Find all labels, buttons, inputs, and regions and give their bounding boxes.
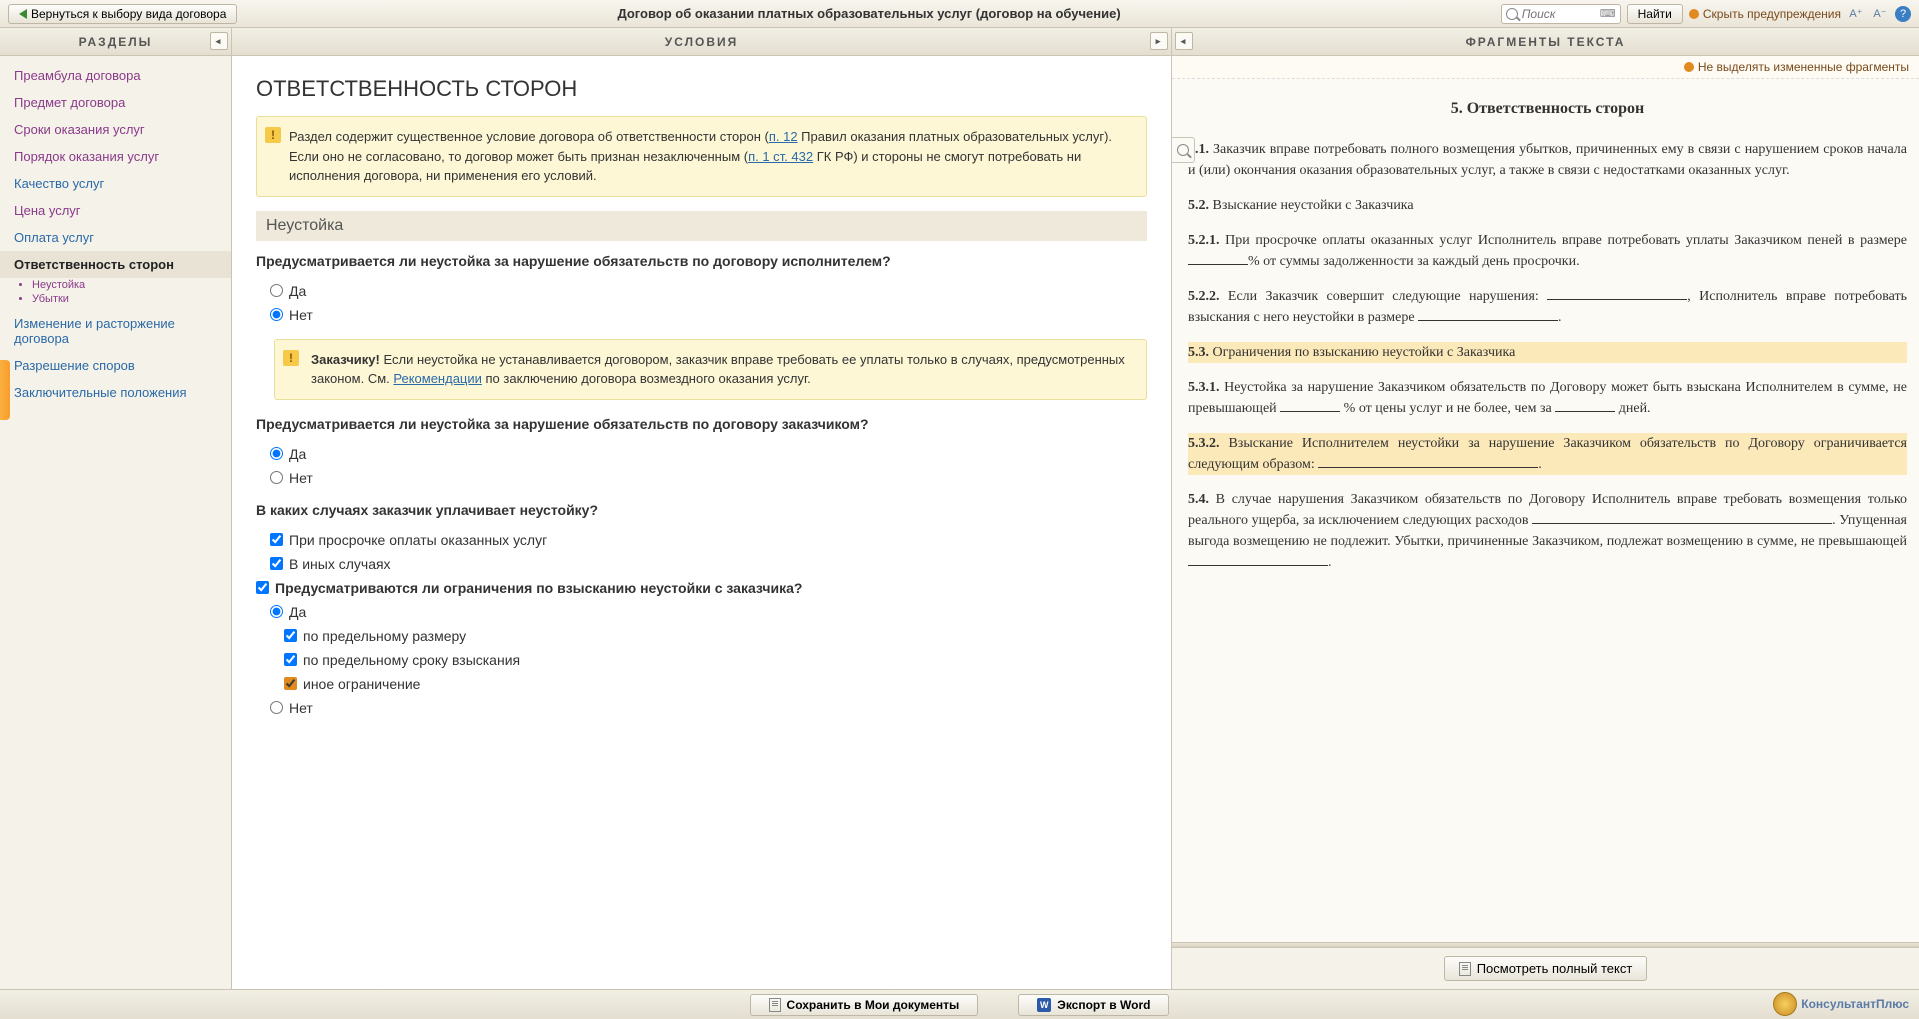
highlight-dot-icon bbox=[1684, 62, 1694, 72]
section-item-change[interactable]: Изменение и расторжение договора bbox=[0, 310, 231, 352]
main-area: РАЗДЕЛЫ ◂ Преамбула договора Предмет дог… bbox=[0, 28, 1919, 989]
question-limits: Предусматриваются ли ограничения по взыс… bbox=[275, 580, 802, 596]
question-executor-penalty: Предусматривается ли неустойка за наруше… bbox=[256, 253, 1147, 269]
logo-icon bbox=[1773, 992, 1797, 1016]
section-item-subject[interactable]: Предмет договора bbox=[0, 89, 231, 116]
question-customer-penalty: Предусматривается ли неустойка за наруше… bbox=[256, 416, 1147, 432]
view-full-text-button[interactable]: Посмотреть полный текст bbox=[1444, 956, 1648, 981]
top-toolbar: Вернуться к выбору вида договора Договор… bbox=[0, 0, 1919, 28]
section-item-terms[interactable]: Сроки оказания услуг bbox=[0, 116, 231, 143]
doc-section-title: 5. Ответственность сторон bbox=[1188, 97, 1907, 121]
q1-no[interactable]: Нет bbox=[270, 303, 1147, 327]
section-item-preamble[interactable]: Преамбула договора bbox=[0, 62, 231, 89]
sections-list: Преамбула договора Предмет договора Срок… bbox=[0, 56, 231, 989]
section-item-quality[interactable]: Качество услуг bbox=[0, 170, 231, 197]
section-item-disputes[interactable]: Разрешение споров bbox=[0, 352, 231, 379]
q4-no[interactable]: Нет bbox=[270, 696, 1147, 720]
help-button[interactable]: ? bbox=[1895, 6, 1911, 22]
warning-dot-icon bbox=[1689, 9, 1699, 19]
font-decrease-button[interactable]: A⁻ bbox=[1871, 5, 1889, 23]
blank-field bbox=[1418, 320, 1558, 321]
q3-other-cases[interactable]: В иных случаях bbox=[270, 552, 1147, 576]
blank-field bbox=[1555, 411, 1615, 412]
conditions-title: ОТВЕТСТВЕННОСТЬ СТОРОН bbox=[256, 76, 1147, 102]
blank-field bbox=[1188, 565, 1328, 566]
export-word-button[interactable]: W Экспорт в Word bbox=[1018, 994, 1169, 1016]
word-icon: W bbox=[1037, 998, 1051, 1012]
document-icon bbox=[1459, 962, 1471, 976]
link-recommendations[interactable]: Рекомендации bbox=[393, 371, 482, 386]
q4-yes[interactable]: Да bbox=[270, 600, 1147, 624]
q4-limit-size[interactable]: по предельному размеру bbox=[284, 624, 1147, 648]
sidebar-header: РАЗДЕЛЫ ◂ bbox=[0, 28, 231, 56]
back-button[interactable]: Вернуться к выбору вида договора bbox=[8, 4, 237, 24]
search-icon bbox=[1177, 144, 1189, 156]
q4-master-checkbox[interactable] bbox=[256, 581, 269, 594]
page-title: Договор об оказании платных образователь… bbox=[237, 6, 1500, 21]
save-button[interactable]: Сохранить в Мои документы bbox=[750, 994, 979, 1016]
section-sub-penalty[interactable]: Неустойка bbox=[32, 278, 231, 292]
link-st432[interactable]: п. 1 ст. 432 bbox=[748, 149, 813, 164]
question-when-penalty: В каких случаях заказчик уплачивает неус… bbox=[256, 502, 1147, 518]
warning-icon: ! bbox=[283, 350, 299, 366]
essential-warning-box: ! Раздел содержит существенное условие д… bbox=[256, 116, 1147, 197]
no-highlight-toggle[interactable]: Не выделять измененные фрагменты bbox=[1172, 56, 1919, 79]
section-sub-list: Неустойка Убытки bbox=[32, 278, 231, 310]
search-icon bbox=[1506, 8, 1518, 20]
highlighted-p53: 5.3. Ограничения по взысканию неустойки … bbox=[1188, 342, 1907, 363]
document-text: 5. Ответственность сторон 5.1. Заказчик … bbox=[1182, 97, 1913, 573]
fragments-panel: ◂ ФРАГМЕНТЫ ТЕКСТА Не выделять измененны… bbox=[1171, 28, 1919, 989]
q2-no[interactable]: Нет bbox=[270, 466, 1147, 490]
section-item-liability[interactable]: Ответственность сторон bbox=[0, 251, 231, 278]
section-item-payment[interactable]: Оплата услуг bbox=[0, 224, 231, 251]
q4-limit-other[interactable]: иное ограничение bbox=[284, 672, 1147, 696]
sections-sidebar: РАЗДЕЛЫ ◂ Преамбула договора Предмет дог… bbox=[0, 28, 232, 989]
footer-toolbar: Сохранить в Мои документы W Экспорт в Wo… bbox=[0, 989, 1919, 1019]
section-item-order[interactable]: Порядок оказания услуг bbox=[0, 143, 231, 170]
save-icon bbox=[769, 998, 781, 1012]
customer-warning-box: ! Заказчику! Если неустойка не устанавли… bbox=[274, 339, 1147, 400]
keyboard-icon[interactable]: ⌨ bbox=[1600, 7, 1616, 20]
search-box[interactable]: ⌨ bbox=[1501, 4, 1621, 24]
side-tab-handle[interactable] bbox=[0, 360, 10, 420]
section-sub-losses[interactable]: Убытки bbox=[32, 292, 231, 306]
blank-field bbox=[1532, 523, 1832, 524]
expand-conditions-button[interactable]: ▸ bbox=[1150, 32, 1168, 50]
blank-field bbox=[1188, 264, 1248, 265]
brand-logo[interactable]: КонсультантПлюс bbox=[1773, 992, 1909, 1016]
conditions-body[interactable]: ОТВЕТСТВЕННОСТЬ СТОРОН ! Раздел содержит… bbox=[232, 56, 1171, 989]
blank-field bbox=[1280, 411, 1340, 412]
collapse-sidebar-button[interactable]: ◂ bbox=[210, 32, 228, 50]
q2-yes[interactable]: Да bbox=[270, 442, 1147, 466]
blank-field bbox=[1547, 299, 1687, 300]
q1-yes[interactable]: Да bbox=[270, 279, 1147, 303]
q3-late-payment[interactable]: При просрочке оплаты оказанных услуг bbox=[270, 528, 1147, 552]
fragments-body[interactable]: 5. Ответственность сторон 5.1. Заказчик … bbox=[1172, 79, 1919, 942]
blank-field bbox=[1318, 467, 1538, 468]
conditions-header: УСЛОВИЯ ▸ bbox=[232, 28, 1171, 56]
subhead-penalty: Неустойка bbox=[256, 211, 1147, 241]
section-item-final[interactable]: Заключительные положения bbox=[0, 379, 231, 406]
fragments-header: ◂ ФРАГМЕНТЫ ТЕКСТА bbox=[1172, 28, 1919, 56]
search-input[interactable] bbox=[1518, 7, 1598, 21]
expand-fragments-button[interactable]: ◂ bbox=[1175, 32, 1193, 50]
back-button-label: Вернуться к выбору вида договора bbox=[31, 7, 226, 21]
highlighted-p532: 5.3.2. Взыскание Исполнителем неустойки … bbox=[1188, 433, 1907, 475]
hide-warnings-button[interactable]: Скрыть предупреждения bbox=[1689, 7, 1841, 21]
find-button[interactable]: Найти bbox=[1627, 4, 1683, 24]
arrow-left-icon bbox=[19, 9, 27, 19]
conditions-panel: УСЛОВИЯ ▸ ОТВЕТСТВЕННОСТЬ СТОРОН ! Разде… bbox=[232, 28, 1171, 989]
section-item-price[interactable]: Цена услуг bbox=[0, 197, 231, 224]
warning-icon: ! bbox=[265, 127, 281, 143]
link-p12[interactable]: п. 12 bbox=[769, 129, 798, 144]
search-in-doc-button[interactable] bbox=[1171, 137, 1195, 163]
q4-limit-term[interactable]: по предельному сроку взыскания bbox=[284, 648, 1147, 672]
font-increase-button[interactable]: A⁺ bbox=[1847, 5, 1865, 23]
